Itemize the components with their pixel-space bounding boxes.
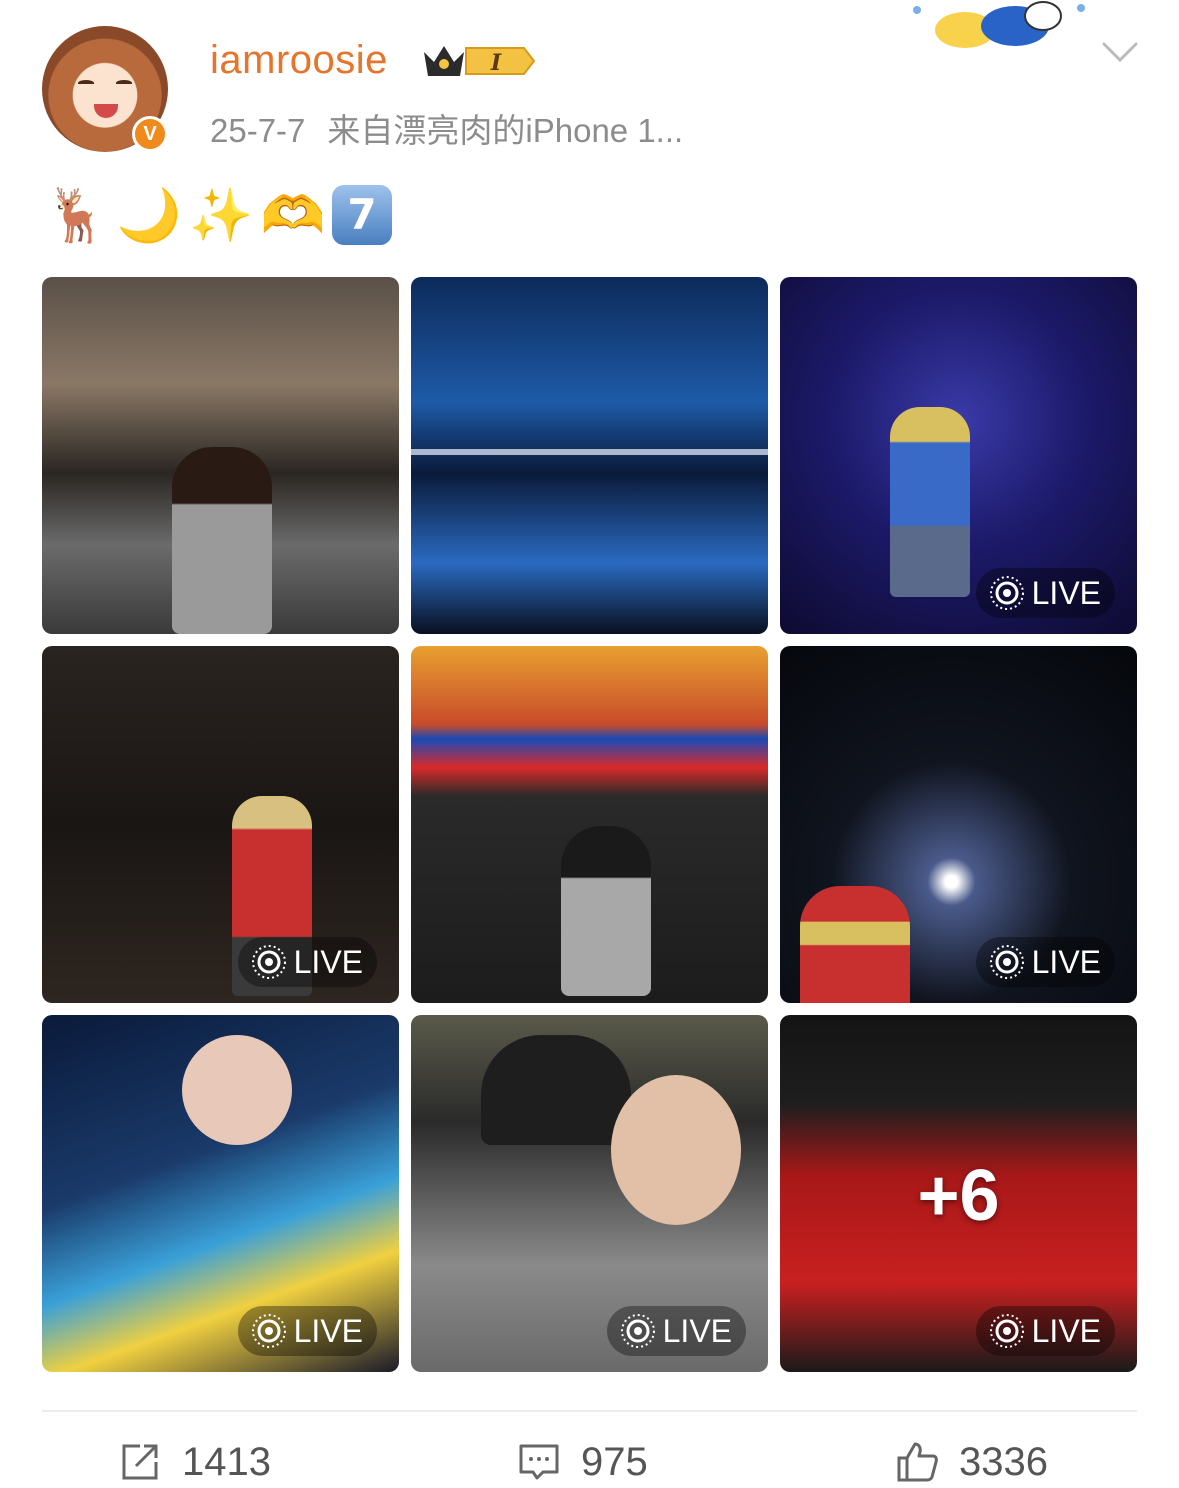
username[interactable]: iamroosie [210, 38, 388, 83]
live-label: LIVE [1031, 1312, 1101, 1349]
person-figure [561, 826, 651, 996]
live-badge: LIVE [237, 937, 377, 987]
live-label: LIVE [293, 943, 363, 980]
vip-crown-badge-icon[interactable]: I [420, 40, 538, 82]
emoji-heart-hands: 🫶 [260, 185, 326, 246]
photo-tile-2[interactable] [411, 277, 768, 634]
live-photo-icon [989, 576, 1024, 610]
more-photos-count: +6 [917, 1156, 1000, 1236]
avatar-eye-right [116, 80, 132, 86]
avatar-eye-left [78, 80, 94, 86]
repost-count: 1413 [182, 1439, 271, 1484]
cap-figure [481, 1035, 631, 1145]
like-button[interactable]: 3336 [895, 1438, 1048, 1486]
comment-icon [519, 1444, 559, 1480]
live-label: LIVE [1031, 574, 1101, 611]
chevron-down-icon[interactable] [1100, 38, 1140, 66]
emoji-moon: 🌙 [116, 185, 182, 246]
live-photo-icon [989, 945, 1024, 979]
repost-button[interactable]: 1413 [118, 1438, 271, 1486]
decoration-sticker-icon [913, 1, 1085, 48]
photo-tile-9[interactable]: +6 LIVE [780, 1015, 1137, 1372]
live-label: LIVE [1031, 943, 1101, 980]
live-photo-icon [620, 1314, 655, 1348]
live-badge: LIVE [975, 1306, 1115, 1356]
photo-tile-4[interactable]: LIVE [42, 646, 399, 1003]
live-badge: LIVE [975, 568, 1115, 618]
live-badge: LIVE [606, 1306, 746, 1356]
photo-grid: LIVE LIVE LIVE LIVE LIVE +6 LIVE [42, 277, 1137, 1372]
verified-badge-icon: V [132, 116, 168, 152]
vip-level: I [490, 50, 502, 76]
live-photo-icon [989, 1314, 1024, 1348]
live-label: LIVE [293, 1312, 363, 1349]
repost-icon [122, 1444, 158, 1480]
comment-count: 975 [581, 1439, 648, 1484]
emoji-sparkles: ✨ [188, 185, 254, 246]
post-meta: 25-7-7 来自漂亮肉的iPhone 1... [210, 104, 683, 152]
photo-tile-3[interactable]: LIVE [780, 277, 1137, 634]
face-closeup [182, 1035, 292, 1145]
stage-rail [411, 449, 768, 455]
photo-tile-7[interactable]: LIVE [42, 1015, 399, 1372]
live-photo-icon [251, 945, 286, 979]
emoji-keycap-number: 7 [332, 185, 392, 245]
post-source: 来自漂亮肉的iPhone 1... [327, 112, 684, 149]
post-content: 🦌 🌙 ✨ 🫶 7 [44, 182, 392, 248]
live-photo-icon [251, 1314, 286, 1348]
live-label: LIVE [662, 1312, 732, 1349]
thumbs-up-icon [897, 1442, 938, 1482]
face-figure [611, 1075, 741, 1225]
photo-tile-6[interactable]: LIVE [780, 646, 1137, 1003]
live-badge: LIVE [237, 1306, 377, 1356]
comment-button[interactable]: 975 [517, 1438, 648, 1486]
photo-tile-8[interactable]: LIVE [411, 1015, 768, 1372]
live-badge: LIVE [975, 937, 1115, 987]
post-date: 25-7-7 [210, 112, 306, 149]
performer-figure [800, 886, 910, 1003]
photo-tile-1[interactable] [42, 277, 399, 634]
performer-figure [890, 407, 970, 597]
divider [42, 1410, 1137, 1412]
avatar-mouth [94, 104, 118, 118]
photo-tile-5[interactable] [411, 646, 768, 1003]
emoji-deer: 🦌 [44, 185, 110, 246]
like-count: 3336 [959, 1439, 1048, 1484]
person-figure [172, 447, 272, 634]
